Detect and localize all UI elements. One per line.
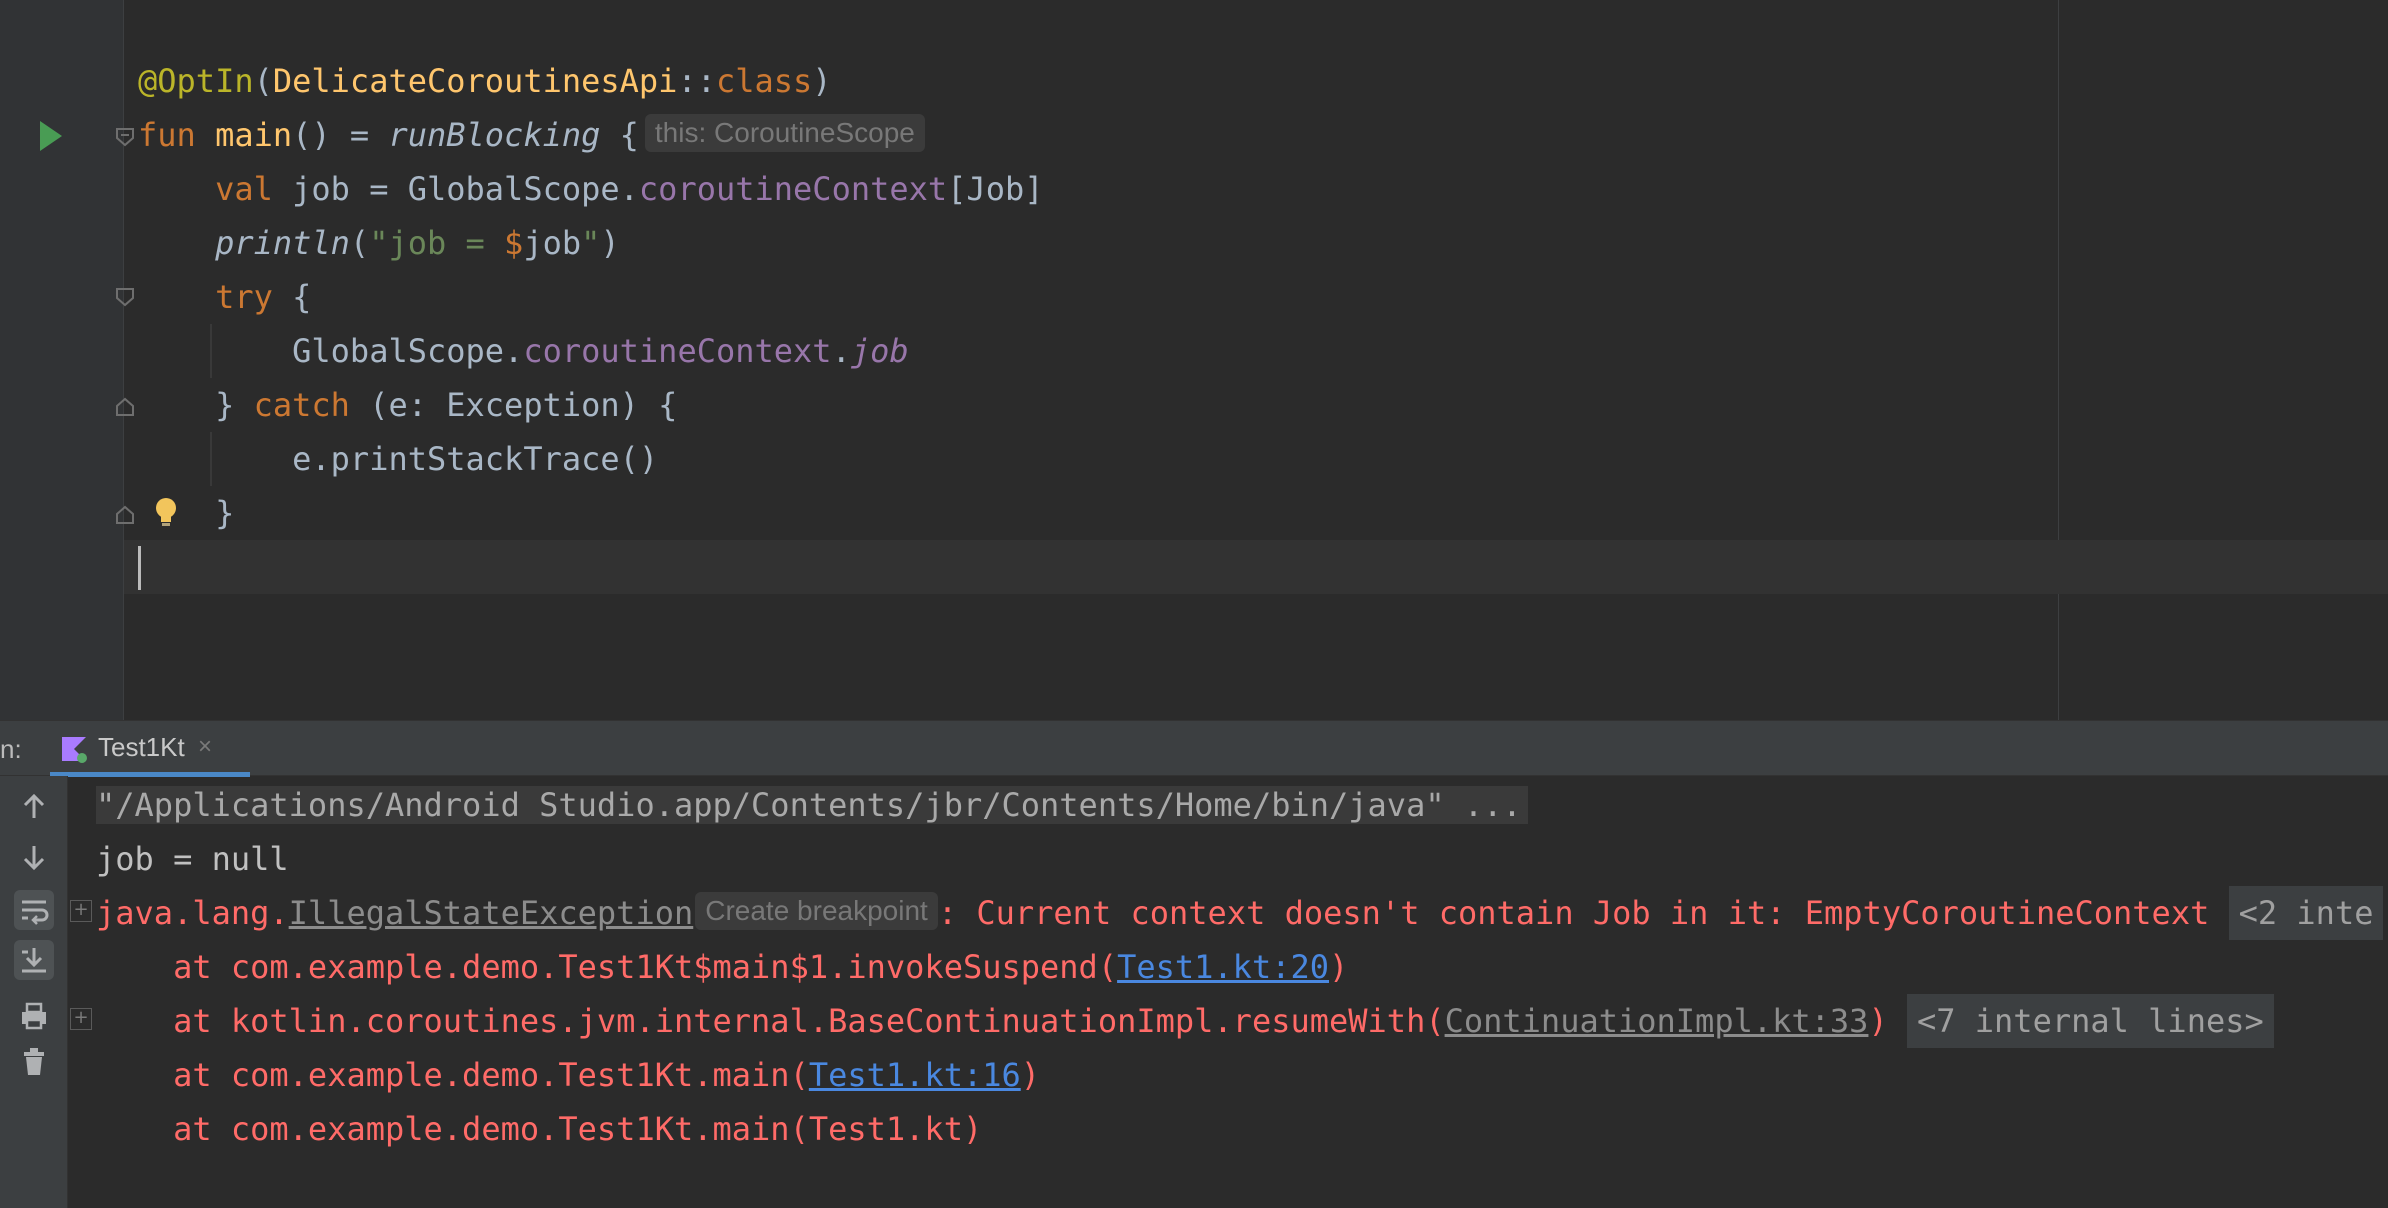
- expand-icon[interactable]: +: [70, 900, 92, 922]
- source-link[interactable]: ContinuationImpl.kt:33: [1445, 1002, 1869, 1040]
- code-text: }: [215, 494, 235, 532]
- extension-property: job: [850, 332, 909, 370]
- punct: .: [831, 332, 851, 370]
- keyword: catch: [253, 386, 350, 424]
- stack-trace-text: at com.example.demo.Test1Kt.main(: [96, 1056, 809, 1094]
- annotation: @OptIn: [138, 62, 254, 100]
- code-editor[interactable]: @OptIn(DelicateCoroutinesApi::class) fun…: [0, 0, 2388, 720]
- code-line-2[interactable]: fun main() = runBlocking {this: Coroutin…: [138, 108, 925, 162]
- code-text: () =: [292, 116, 389, 154]
- expand-icon[interactable]: +: [70, 1008, 92, 1030]
- keyword: try: [215, 278, 273, 316]
- string-template: $: [504, 224, 524, 262]
- punct: (: [349, 224, 370, 262]
- stack-trace-text: at com.example.demo.Test1Kt$main$1.invok…: [96, 948, 1118, 986]
- collapsed-internal-lines[interactable]: <2 inte: [2228, 886, 2384, 940]
- code-line-8[interactable]: e.printStackTrace(): [138, 432, 658, 486]
- create-breakpoint-hint[interactable]: Create breakpoint: [695, 892, 938, 930]
- down-stack-frame-icon[interactable]: [14, 838, 54, 878]
- keyword: val: [215, 170, 273, 208]
- punct: ): [812, 62, 832, 100]
- code-line-3[interactable]: val job = GlobalScope.coroutineContext[J…: [138, 162, 1043, 216]
- clear-all-icon[interactable]: [14, 1042, 54, 1082]
- property: coroutineContext: [523, 332, 832, 370]
- code-text: {: [272, 278, 312, 316]
- up-stack-frame-icon[interactable]: [14, 786, 54, 826]
- exception-line[interactable]: java.lang.IllegalStateException Create br…: [96, 886, 2384, 940]
- function-call: println: [215, 224, 350, 262]
- stack-trace-line[interactable]: at com.example.demo.Test1Kt.main(Test1.k…: [96, 1048, 1040, 1102]
- exception-class-link[interactable]: IllegalStateException: [289, 894, 694, 932]
- fold-close-icon[interactable]: [114, 396, 136, 418]
- code-text: (e: Exception) {: [349, 386, 678, 424]
- print-icon[interactable]: [14, 996, 54, 1036]
- keyword: class: [715, 62, 813, 100]
- run-tool-window: n: Test1Kt × "/Applications/Android Stud…: [0, 720, 2388, 1208]
- punct: (: [253, 62, 273, 100]
- code-text: e.printStackTrace(): [292, 440, 659, 478]
- stack-trace-text: ): [1868, 1002, 1888, 1040]
- tab-label: Test1Kt: [98, 732, 185, 762]
- stack-trace-text: ): [1020, 1056, 1041, 1094]
- run-gutter-icon[interactable]: [40, 121, 62, 151]
- code-line-4[interactable]: println("job = $job"): [138, 216, 620, 270]
- code-line-1[interactable]: @OptIn(DelicateCoroutinesApi::class): [138, 54, 832, 108]
- fold-close-icon[interactable]: [114, 504, 136, 526]
- stdout-text: job = null: [96, 840, 289, 878]
- code-line-9[interactable]: }: [138, 486, 234, 540]
- stack-trace-text: at kotlin.coroutines.jvm.internal.BaseCo…: [96, 1002, 1445, 1040]
- inlay-hint: this: CoroutineScope: [644, 114, 925, 152]
- current-line-highlight: [124, 540, 2388, 594]
- template-var: job: [523, 224, 582, 262]
- stack-trace-text: at com.example.demo.Test1Kt.main(Test1.k…: [96, 1110, 983, 1148]
- command-text: "/Applications/Android Studio.app/Conten…: [96, 786, 1528, 824]
- stack-trace-text: ): [1329, 948, 1349, 986]
- function-call: runBlocking: [388, 116, 601, 154]
- stack-trace-line[interactable]: at kotlin.coroutines.jvm.internal.BaseCo…: [96, 994, 2274, 1048]
- console-toolbar: [0, 776, 68, 1208]
- run-window-label: n:: [0, 734, 22, 764]
- code-line-7[interactable]: } catch (e: Exception) {: [138, 378, 677, 432]
- code-text: {: [600, 116, 639, 154]
- punct: }: [215, 386, 254, 424]
- source-link[interactable]: Test1.kt:20: [1117, 948, 1329, 986]
- punct: ::: [677, 62, 716, 100]
- kotlin-run-config-icon: [62, 737, 87, 763]
- soft-wrap-icon[interactable]: [14, 890, 54, 930]
- keyword: fun: [138, 116, 196, 154]
- stack-trace-line[interactable]: at com.example.demo.Test1Kt$main$1.invok…: [96, 940, 1348, 994]
- exception-package: java.lang.: [96, 894, 289, 932]
- exception-message: : Current context doesn't contain Job in…: [937, 894, 2210, 932]
- function-name: main: [215, 116, 293, 154]
- annotation-arg: DelicateCoroutinesApi: [272, 62, 678, 100]
- close-icon[interactable]: ×: [198, 721, 212, 773]
- active-tab-indicator: [50, 772, 250, 777]
- console-stdout-line[interactable]: job = null: [96, 832, 289, 886]
- code-line-5[interactable]: try {: [138, 270, 311, 324]
- punct: ): [600, 224, 620, 262]
- right-margin-guide: [2058, 0, 2059, 720]
- stack-trace-line[interactable]: at com.example.demo.Test1Kt.main(Test1.k…: [96, 1102, 982, 1156]
- string: "job =: [369, 224, 505, 262]
- fold-open-icon[interactable]: [114, 126, 136, 148]
- code-line-6[interactable]: GlobalScope.coroutineContext.job: [138, 324, 909, 378]
- collapsed-internal-lines[interactable]: <7 internal lines>: [1906, 994, 2274, 1048]
- property: coroutineContext: [638, 170, 948, 208]
- code-text: job = GlobalScope.: [272, 170, 639, 208]
- tab-test1kt[interactable]: Test1Kt ×: [50, 721, 250, 777]
- source-link[interactable]: Test1.kt:16: [809, 1056, 1021, 1094]
- code-text: GlobalScope.: [292, 332, 524, 370]
- text-caret: [138, 546, 141, 590]
- scroll-to-end-icon[interactable]: [14, 940, 54, 980]
- run-tabs-bar: n: Test1Kt ×: [0, 720, 2388, 777]
- editor-gutter[interactable]: [0, 0, 124, 720]
- code-text: [Job]: [947, 170, 1044, 208]
- string: ": [581, 224, 601, 262]
- console-command-line[interactable]: "/Applications/Android Studio.app/Conten…: [96, 778, 1528, 832]
- fold-open-icon[interactable]: [114, 286, 136, 308]
